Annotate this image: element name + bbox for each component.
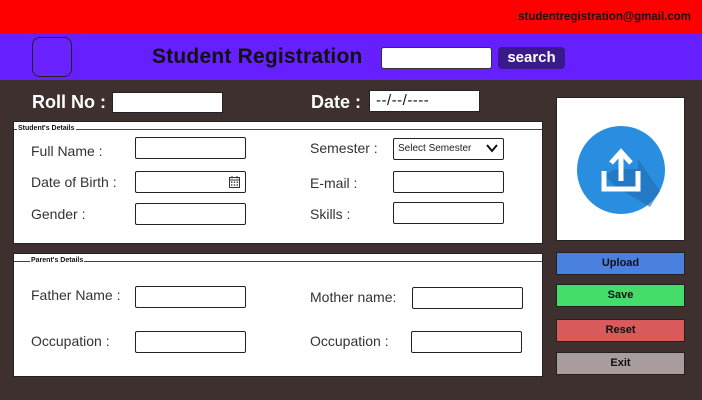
page-title: Student Registration (152, 45, 363, 68)
email-input[interactable] (393, 171, 504, 193)
logo-placeholder (32, 37, 72, 77)
photo-upload-area[interactable] (556, 97, 685, 241)
roll-no-input[interactable] (112, 92, 223, 113)
reset-button[interactable]: Reset (556, 319, 685, 342)
semester-selected-value: Select Semester (398, 143, 472, 154)
search-button[interactable]: search (498, 47, 565, 69)
calendar-icon[interactable] (229, 176, 240, 188)
father-occupation-input[interactable] (135, 331, 246, 353)
exit-button[interactable]: Exit (556, 352, 685, 375)
date-of-birth-input[interactable] (135, 171, 246, 193)
full-name-input[interactable] (135, 137, 246, 159)
chevron-down-icon (486, 144, 498, 153)
date-of-birth-label: Date of Birth : (31, 174, 117, 190)
save-button[interactable]: Save (556, 284, 685, 307)
search-input[interactable] (381, 47, 492, 69)
upload-button[interactable]: Upload (556, 252, 685, 275)
skills-label: Skills : (310, 206, 351, 222)
legend-divider (14, 261, 542, 262)
parent-details-panel: Parent's Details (13, 253, 543, 377)
semester-label: Semester : (310, 140, 378, 156)
contact-email: studentregistration@gmail.com (518, 11, 691, 23)
father-name-input[interactable] (135, 286, 246, 308)
full-name-label: Full Name : (31, 143, 103, 159)
skills-input[interactable] (393, 202, 504, 224)
mother-name-input[interactable] (412, 287, 523, 309)
header-bar: Student Registration search (0, 33, 702, 80)
parent-details-legend: Parent's Details (30, 257, 85, 264)
student-details-legend: Student's Details (17, 125, 76, 132)
roll-no-label: Roll No : (32, 92, 106, 112)
gender-label: Gender : (31, 206, 86, 222)
mother-occupation-label: Occupation : (310, 333, 389, 349)
upload-icon (577, 126, 665, 214)
mother-name-label: Mother name: (310, 289, 397, 305)
father-occupation-label: Occupation : (31, 333, 110, 349)
date-input[interactable]: --/--/---- (369, 90, 480, 112)
email-label: E-mail : (310, 175, 358, 191)
mother-occupation-input[interactable] (411, 331, 522, 353)
top-bar: studentregistration@gmail.com (0, 0, 702, 33)
semester-select[interactable]: Select Semester (393, 138, 504, 160)
gender-input[interactable] (135, 203, 246, 225)
date-label: Date : (311, 92, 362, 112)
legend-divider (14, 129, 542, 130)
father-name-label: Father Name : (31, 287, 121, 303)
